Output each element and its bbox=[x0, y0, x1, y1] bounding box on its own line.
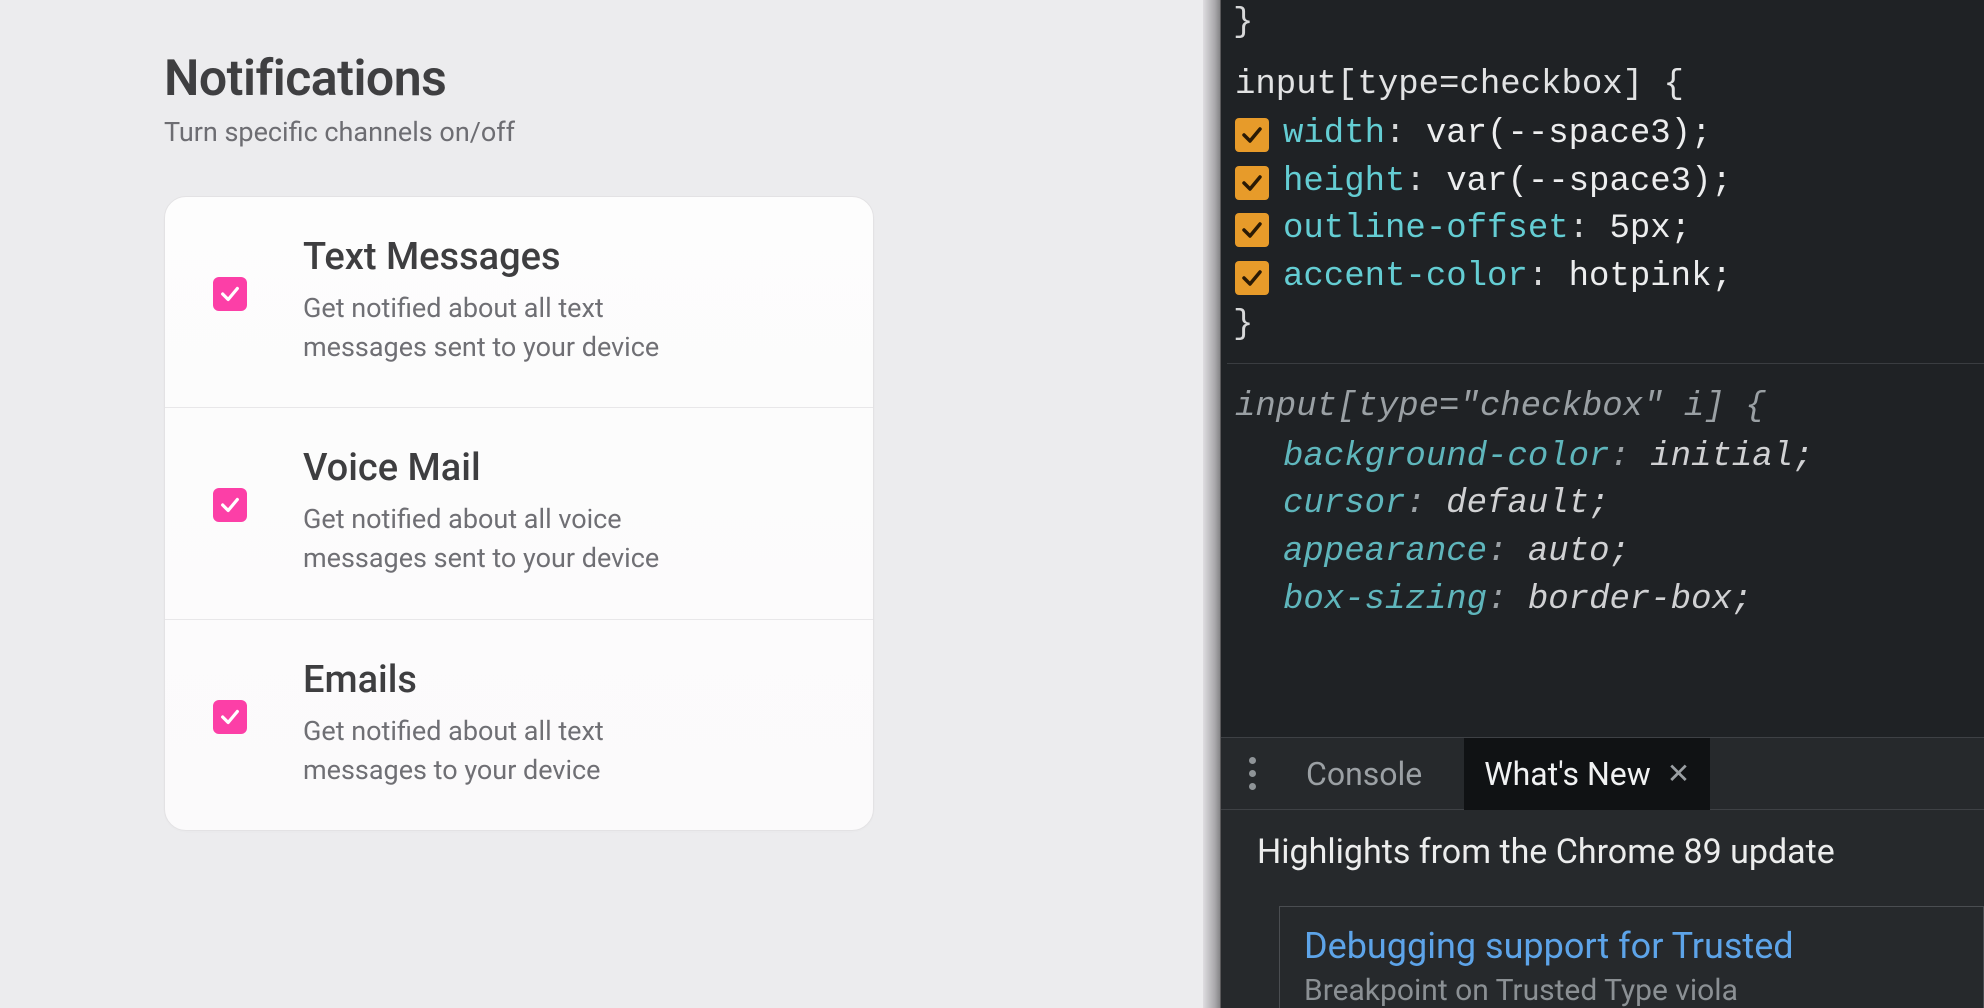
css-selector-ua: input[type="checkbox" i] { bbox=[1235, 384, 1984, 432]
channel-row-text-messages: Text Messages Get notified about all tex… bbox=[165, 197, 873, 407]
css-value: hotpink; bbox=[1569, 258, 1732, 296]
preview-panel: Notifications Turn specific channels on/… bbox=[0, 0, 1203, 1008]
checkmark-icon bbox=[1240, 218, 1264, 242]
declaration-toggle[interactable] bbox=[1235, 118, 1269, 152]
checkbox-voice-mail[interactable] bbox=[213, 488, 247, 522]
close-icon[interactable]: ✕ bbox=[1667, 757, 1690, 790]
tab-label: What's New bbox=[1484, 755, 1651, 793]
kebab-menu-icon[interactable] bbox=[1241, 749, 1264, 798]
checkbox-emails[interactable] bbox=[213, 700, 247, 734]
css-declaration[interactable]: width: var(--space3); bbox=[1227, 111, 1984, 159]
channel-title: Emails bbox=[303, 658, 833, 702]
declaration-toggle[interactable] bbox=[1235, 261, 1269, 295]
devtools-drawer: Console What's New ✕ Highlights from the… bbox=[1221, 737, 1984, 1008]
css-value: 5px; bbox=[1609, 210, 1691, 248]
channel-title: Voice Mail bbox=[303, 446, 833, 490]
css-property: width bbox=[1283, 115, 1385, 153]
page-subtitle: Turn specific channels on/off bbox=[164, 116, 1203, 148]
article-subtitle: Breakpoint on Trusted Type viola bbox=[1304, 973, 1959, 1008]
tab-console[interactable]: Console bbox=[1296, 755, 1432, 793]
css-declaration[interactable]: outline-offset: 5px; bbox=[1227, 206, 1984, 254]
channel-row-voice-mail: Voice Mail Get notified about all voice … bbox=[165, 407, 873, 618]
css-declaration[interactable]: accent-color: hotpink; bbox=[1227, 254, 1984, 302]
checkmark-icon bbox=[219, 283, 241, 305]
css-brace-close: } bbox=[1233, 0, 1984, 48]
css-declaration[interactable]: height: var(--space3); bbox=[1227, 159, 1984, 207]
css-selector: input[type=checkbox] { bbox=[1235, 62, 1984, 110]
channel-desc: Get notified about all text messages sen… bbox=[303, 289, 723, 367]
declaration-toggle[interactable] bbox=[1235, 213, 1269, 247]
tab-whats-new[interactable]: What's New ✕ bbox=[1464, 738, 1710, 810]
css-brace-close: } bbox=[1233, 302, 1984, 350]
channel-title: Text Messages bbox=[303, 235, 833, 279]
checkmark-icon bbox=[1240, 123, 1264, 147]
notifications-card: Text Messages Get notified about all tex… bbox=[164, 196, 874, 831]
css-declaration-ua: background-color: initial; bbox=[1227, 434, 1984, 482]
channel-row-emails: Emails Get notified about all text messa… bbox=[165, 619, 873, 830]
css-value: var(--space3); bbox=[1426, 115, 1712, 153]
article-title: Debugging support for Trusted bbox=[1304, 925, 1959, 967]
pane-divider[interactable] bbox=[1203, 0, 1221, 1008]
channel-desc: Get notified about all voice messages se… bbox=[303, 500, 723, 578]
css-property: outline-offset bbox=[1283, 210, 1569, 248]
channel-desc: Get notified about all text messages to … bbox=[303, 712, 723, 790]
whats-new-body: Highlights from the Chrome 89 update Deb… bbox=[1221, 810, 1984, 1008]
whats-new-article[interactable]: Debugging support for Trusted Breakpoint… bbox=[1279, 906, 1984, 1008]
checkbox-text-messages[interactable] bbox=[213, 277, 247, 311]
checkmark-icon bbox=[219, 494, 241, 516]
css-value: var(--space3); bbox=[1446, 163, 1732, 201]
styles-pane[interactable]: } input[type=checkbox] { width: var(--sp… bbox=[1221, 0, 1984, 624]
page-title: Notifications bbox=[164, 50, 1203, 108]
checkmark-icon bbox=[1240, 266, 1264, 290]
css-declaration-ua: cursor: default; bbox=[1227, 481, 1984, 529]
css-declaration-ua: box-sizing: border-box; bbox=[1227, 577, 1984, 625]
css-property: height bbox=[1283, 163, 1405, 201]
css-declaration-ua: appearance: auto; bbox=[1227, 529, 1984, 577]
checkmark-icon bbox=[219, 706, 241, 728]
declaration-toggle[interactable] bbox=[1235, 166, 1269, 200]
checkmark-icon bbox=[1240, 171, 1264, 195]
css-property: accent-color bbox=[1283, 258, 1528, 296]
whats-new-heading: Highlights from the Chrome 89 update bbox=[1257, 832, 1984, 872]
drawer-tabbar: Console What's New ✕ bbox=[1221, 738, 1984, 810]
devtools-panel: } input[type=checkbox] { width: var(--sp… bbox=[1221, 0, 1984, 1008]
